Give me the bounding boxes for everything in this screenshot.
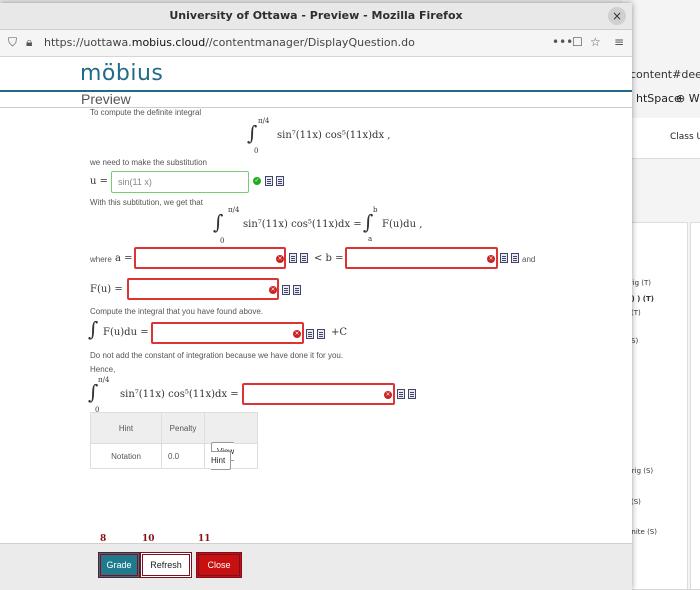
preview-icon[interactable] <box>289 253 297 263</box>
background-bookmark[interactable]: htSpace <box>636 92 681 105</box>
incorrect-icon: × <box>269 286 277 294</box>
list-item[interactable]: trig (S) <box>629 467 653 475</box>
integral-sign: ∫ <box>213 210 224 234</box>
with-sub-text: With this subtitution, we get that <box>90 198 203 207</box>
incorrect-icon: × <box>276 255 284 263</box>
F-input[interactable] <box>127 278 279 300</box>
preview-icon[interactable] <box>265 176 273 186</box>
final-answer-input[interactable] <box>242 383 395 405</box>
url-text[interactable]: https://uottawa.mobius.cloud//contentman… <box>44 36 415 49</box>
address-bar[interactable]: ⛉ 🔒︎ https://uottawa.mobius.cloud//conte… <box>0 30 632 57</box>
background-bookmark-2[interactable]: ⊕ W <box>676 92 700 105</box>
bookmark-star-icon[interactable]: ☆ <box>590 35 601 49</box>
list-item[interactable]: S) <box>631 337 638 345</box>
int-F-label: F(u)du = <box>103 327 149 338</box>
hence-text: Hence, <box>90 365 116 374</box>
table-row: Notation 0.0 View Hint <box>90 442 258 470</box>
preview-window: University of Ottawa - Preview - Mozilla… <box>0 3 632 590</box>
background-side-panel <box>690 222 700 589</box>
b-label: < b = <box>314 253 344 264</box>
help-icon[interactable] <box>293 285 301 295</box>
background-browser-window: content#deee7a htSpace ⊕ W Class Us trig… <box>622 0 700 589</box>
incorrect-icon: × <box>293 330 301 338</box>
hint-table: Hint Penalty Notation 0.0 View Hint <box>90 412 258 470</box>
window-title: University of Ottawa - Preview - Mozilla… <box>169 9 463 22</box>
marker-label: 8 <box>100 534 107 544</box>
close-button[interactable]: Close <box>196 552 242 578</box>
page-heading: Preview <box>81 91 131 107</box>
where-text: where <box>90 255 112 264</box>
correct-icon: ✓ <box>253 177 261 185</box>
integrand: sin⁷(11x) cos⁵(11x)dx , <box>277 130 391 141</box>
help-icon[interactable] <box>511 253 519 263</box>
question-content: möbius Preview To compute the definite i… <box>0 57 632 537</box>
background-url-fragment: content#deee7a <box>630 68 700 81</box>
title-bar: University of Ottawa - Preview - Mozilla… <box>0 3 632 30</box>
integral-sign: ∫ <box>88 317 99 341</box>
equation-left: sin⁷(11x) cos⁵(11x)dx = <box>243 219 362 230</box>
a-input[interactable] <box>134 247 286 269</box>
substitution-text: we need to make the substitution <box>90 158 207 167</box>
lower-limit: 0 <box>220 237 225 245</box>
u-input[interactable]: sin(11 x) <box>111 171 249 193</box>
lower-limit: a <box>368 235 373 243</box>
F-label: F(u) = <box>90 284 123 295</box>
integral-sign: ∫ <box>247 121 258 145</box>
hint-penalty: 0.0 <box>161 443 205 469</box>
incorrect-icon: × <box>384 391 392 399</box>
help-icon[interactable] <box>317 329 325 339</box>
list-item[interactable]: (S) <box>631 498 641 506</box>
hint-header: Hint <box>90 412 162 444</box>
background-tab[interactable]: Class Us <box>670 132 700 142</box>
background-list-panel: trig (T) x) ) (T) (T) S) trig (S) (S) fi… <box>626 222 688 589</box>
question-intro: To compute the definite integral <box>90 108 202 117</box>
equation-right: F(u)du , <box>382 219 423 230</box>
view-hint-button[interactable]: View Hint <box>211 442 235 470</box>
plus-c: +C <box>331 327 348 338</box>
preview-icon[interactable] <box>397 389 405 399</box>
marker-label: 10 <box>142 534 155 544</box>
incorrect-icon: × <box>487 255 495 263</box>
grade-button[interactable]: Grade <box>98 552 140 578</box>
help-icon[interactable] <box>300 253 308 263</box>
lower-limit: 0 <box>254 147 259 155</box>
shield-icon[interactable]: ⛉ <box>8 35 17 50</box>
background-tab-bar: Class Us <box>622 118 700 159</box>
help-icon[interactable] <box>408 389 416 399</box>
lock-icon[interactable]: 🔒︎ <box>26 35 32 50</box>
upper-limit: π/4 <box>258 117 270 125</box>
help-icon[interactable] <box>276 176 284 186</box>
action-header <box>204 412 258 444</box>
list-item[interactable]: (T) <box>631 309 641 317</box>
compute-text: Compute the integral that you have found… <box>90 307 264 316</box>
close-window-icon[interactable]: × <box>608 7 626 25</box>
footer-bar: Grade Refresh Close <box>0 543 632 590</box>
no-constant-text: Do not add the constant of integration b… <box>90 351 344 360</box>
preview-icon[interactable] <box>500 253 508 263</box>
antiderivative-input[interactable] <box>151 322 304 344</box>
b-input[interactable] <box>345 247 498 269</box>
a-label: a = <box>115 253 133 264</box>
refresh-button[interactable]: Refresh <box>140 552 192 578</box>
final-integrand: sin⁷(11x) cos⁵(11x)dx = <box>120 389 239 400</box>
u-label: u = <box>90 176 108 187</box>
integral-sign: ∫ <box>88 380 99 404</box>
marker-label: 11 <box>198 534 211 544</box>
upper-limit: π/4 <box>228 206 240 214</box>
preview-icon[interactable] <box>282 285 290 295</box>
mobius-logo: möbius <box>80 61 164 86</box>
and-text: and <box>522 255 536 264</box>
integral-sign: ∫ <box>363 210 374 234</box>
globe-icon: ⊕ <box>676 92 686 105</box>
upper-limit: b <box>373 206 378 214</box>
hint-name: Notation <box>90 443 162 469</box>
menu-icon[interactable]: ≡ <box>614 35 624 49</box>
upper-limit: π/4 <box>98 376 110 384</box>
pocket-icon[interactable]: ☐ <box>572 35 583 49</box>
penalty-header: Penalty <box>161 412 205 444</box>
more-actions-icon[interactable]: ••• <box>552 35 573 49</box>
preview-icon[interactable] <box>306 329 314 339</box>
